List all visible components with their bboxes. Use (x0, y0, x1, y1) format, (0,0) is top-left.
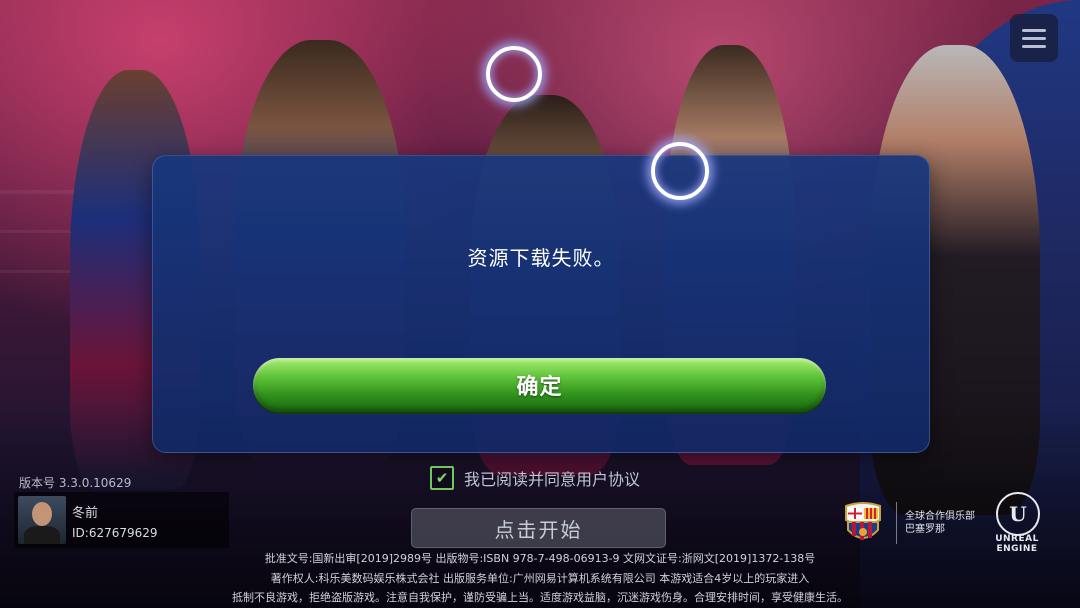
agreement-row: ✔ 我已阅读并同意用户协议 (430, 466, 640, 490)
start-button[interactable]: 点击开始 (411, 508, 666, 548)
avatar (18, 496, 66, 544)
menu-button[interactable] (1010, 14, 1058, 62)
user-card[interactable]: 冬前 ID:627679629 (14, 492, 229, 548)
menu-icon (1022, 28, 1046, 32)
agreement-label[interactable]: 我已阅读并同意用户协议 (464, 466, 640, 490)
unreal-engine-logo: U (996, 492, 1040, 536)
checkmark-icon: ✔ (435, 468, 449, 487)
confirm-button[interactable]: 确定 (253, 358, 826, 412)
user-id: ID:627679629 (72, 526, 158, 540)
user-name: 冬前 (72, 506, 99, 521)
loading-ring-icon (486, 46, 542, 102)
club-crest-icon (845, 502, 881, 540)
version-label: 版本号 3.3.0.10629 (19, 476, 132, 490)
menu-icon-line (1022, 36, 1046, 40)
legal-text-line: 批准文号:国新出审[2019]2989号 出版物号:ISBN 978-7-498… (264, 552, 816, 565)
legal-text-line: 著作权人:科乐美数码娱乐株式会社 出版服务单位:广州网易计算机系统有限公司 本游… (270, 572, 810, 585)
error-dialog: 资源下载失败。 确定 (152, 155, 930, 453)
partner-divider (896, 502, 897, 544)
menu-icon-line (1022, 44, 1046, 48)
agreement-checkbox[interactable]: ✔ (430, 466, 454, 490)
loading-ring-icon (651, 142, 709, 200)
dialog-message: 资源下载失败。 (467, 246, 615, 270)
legal-text-line: 抵制不良游戏，拒绝盗版游戏。注意自我保护，谨防受骗上当。适度游戏益脑，沉迷游戏伤… (232, 591, 848, 604)
partner-label: 全球合作俱乐部 巴塞罗那 (905, 511, 975, 535)
